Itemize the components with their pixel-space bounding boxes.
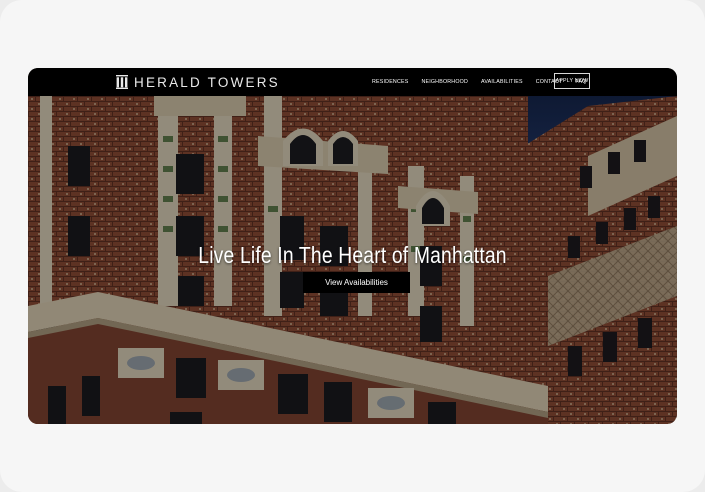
brand-logo[interactable]: HERALD TOWERS bbox=[116, 74, 280, 90]
building-columns-icon bbox=[116, 75, 128, 89]
hero-headline: Live Life In The Heart of Manhattan bbox=[198, 242, 507, 268]
view-availabilities-button[interactable]: View Availabilities bbox=[303, 272, 410, 293]
brand-name: HERALD TOWERS bbox=[134, 74, 280, 90]
hero-section: Live Life In The Heart of Manhattan View… bbox=[28, 96, 677, 424]
nav-link-residences[interactable]: RESIDENCES bbox=[372, 79, 408, 85]
website-frame: HERALD TOWERS RESIDENCES NEIGHBORHOOD AV… bbox=[28, 68, 677, 424]
apply-now-button[interactable]: APPLY NOW bbox=[554, 73, 590, 89]
top-nav-bar: HERALD TOWERS RESIDENCES NEIGHBORHOOD AV… bbox=[28, 68, 677, 96]
nav-link-neighborhood[interactable]: NEIGHBORHOOD bbox=[421, 79, 468, 85]
nav-link-availabilities[interactable]: AVAILABILITIES bbox=[481, 79, 523, 85]
page-background: HERALD TOWERS RESIDENCES NEIGHBORHOOD AV… bbox=[0, 0, 705, 492]
